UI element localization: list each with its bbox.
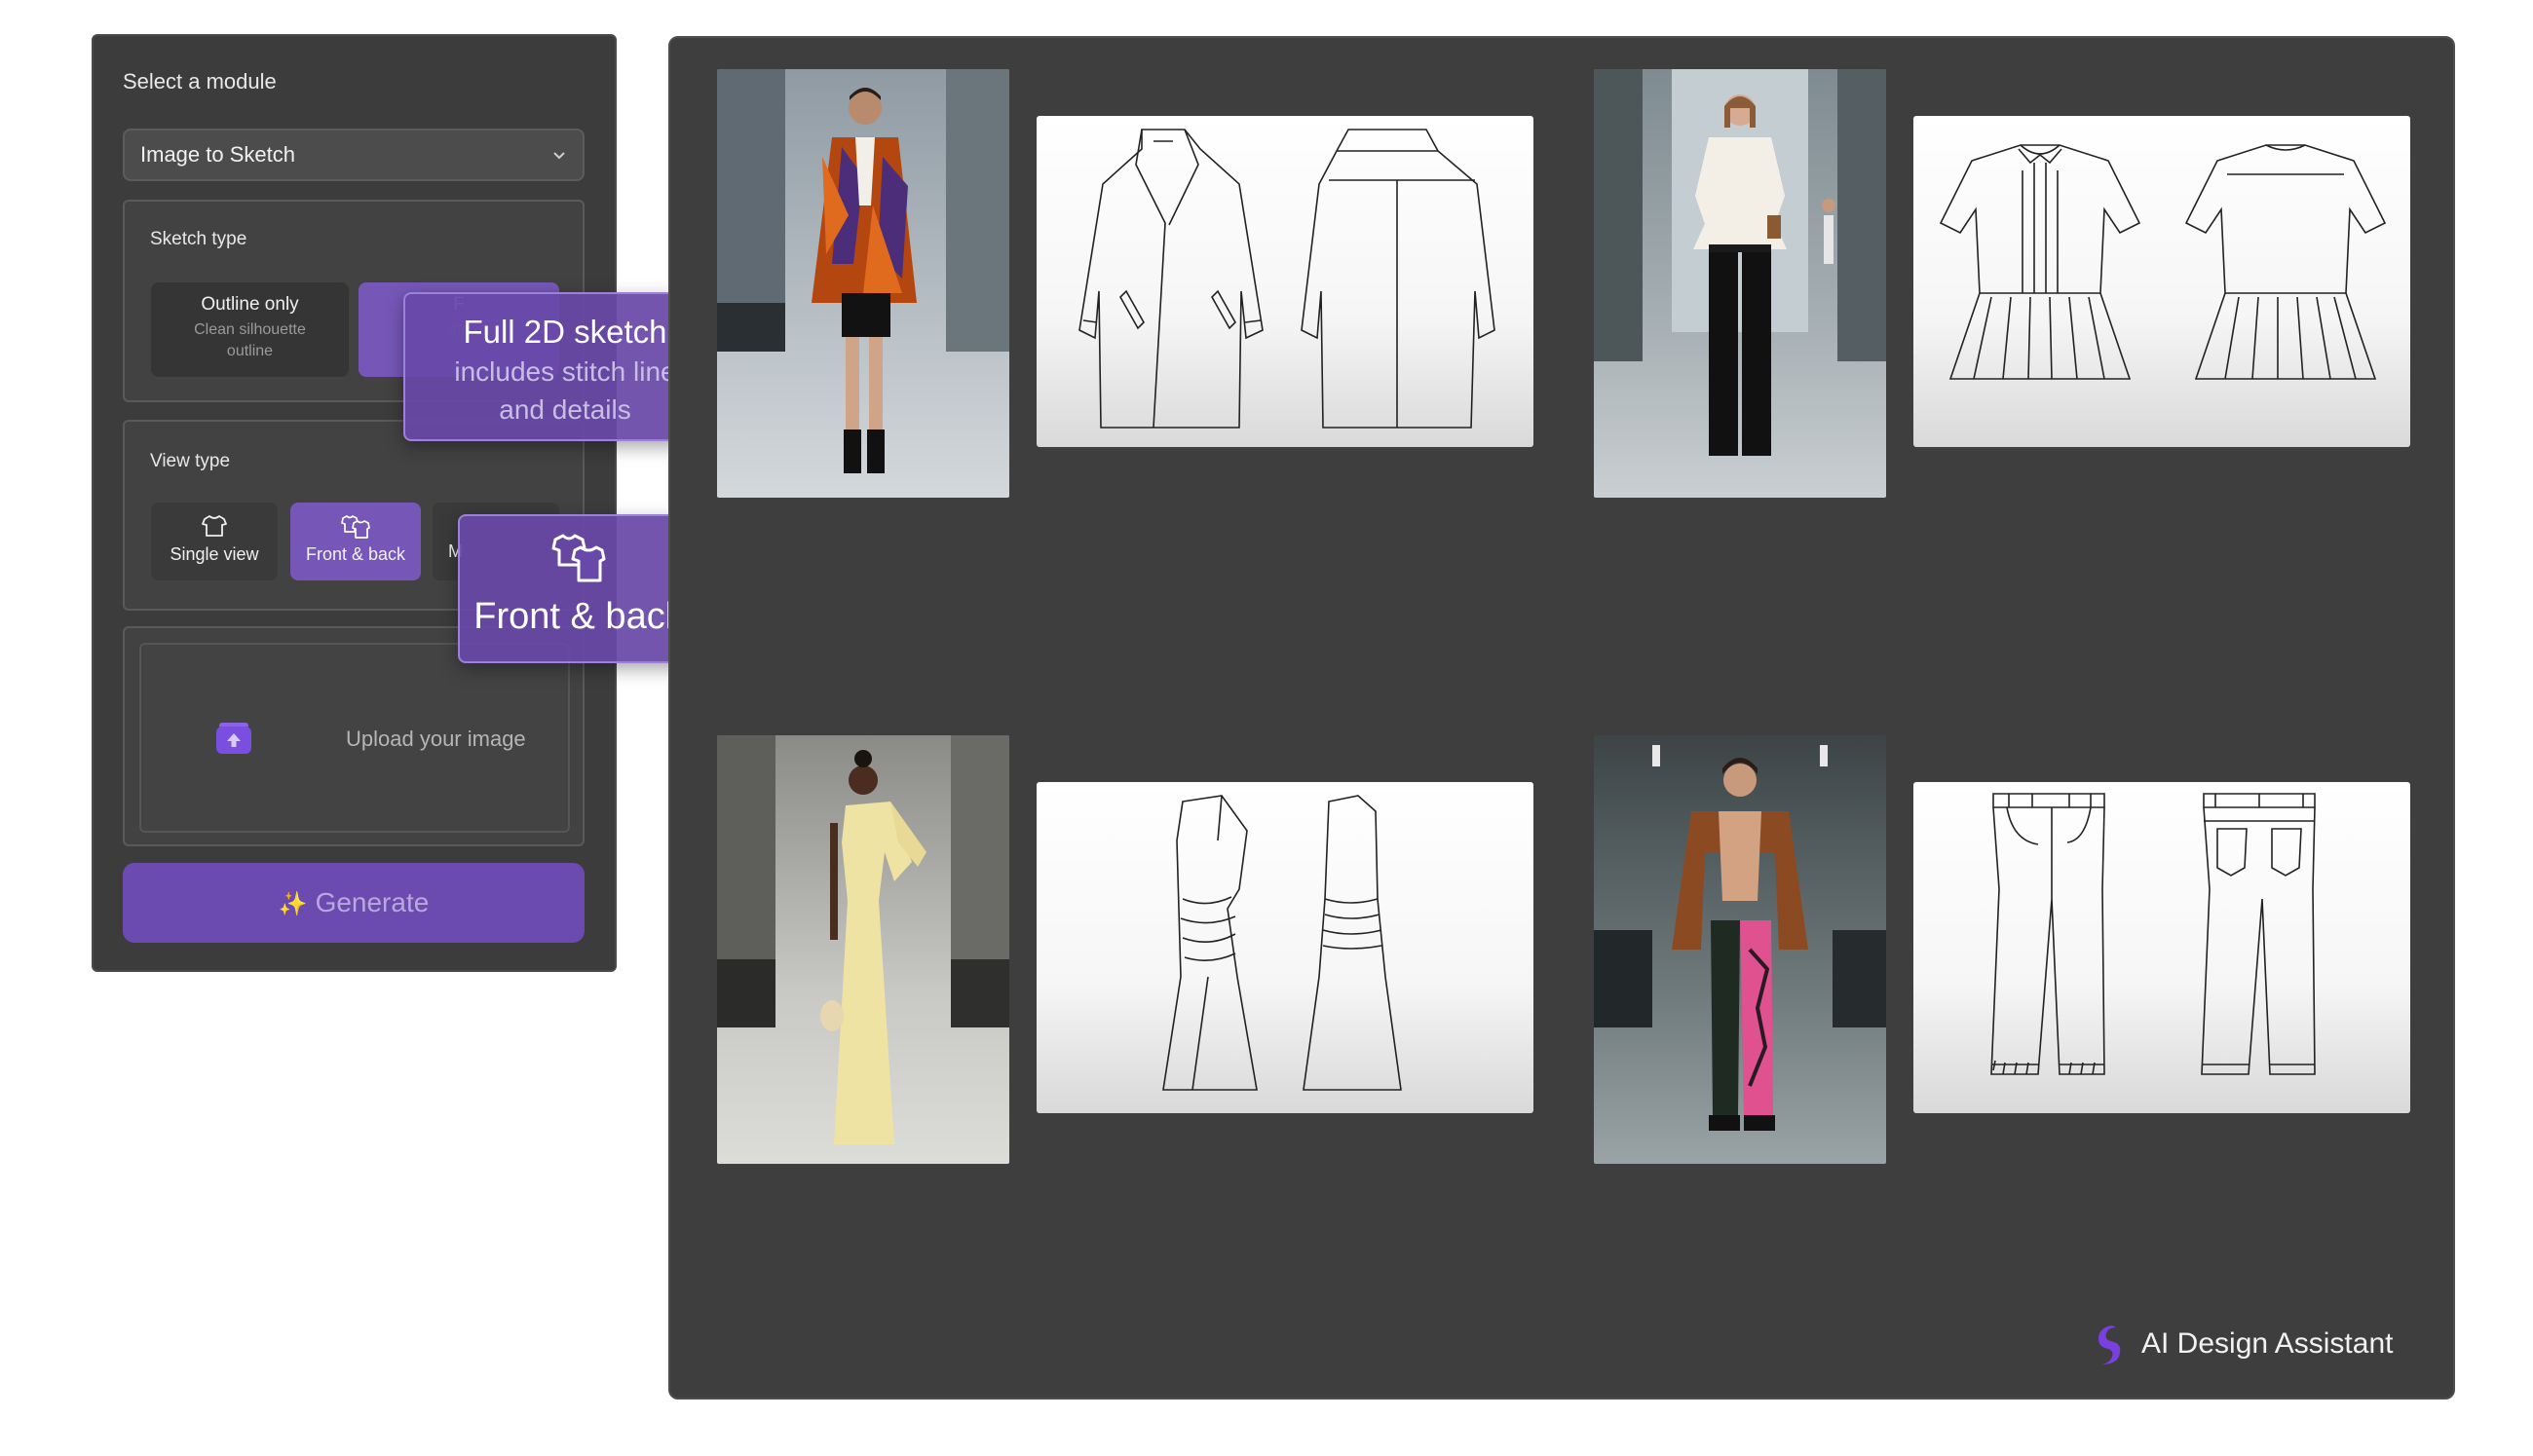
sketch-option-outline-desc-2: outline xyxy=(226,343,274,359)
sketch-trousers[interactable] xyxy=(1913,782,2410,1113)
sketch-gown[interactable] xyxy=(1037,782,1533,1113)
brand-badge: AI Design Assistant xyxy=(2093,1322,2424,1364)
sketch-option-outline-title: Outline only xyxy=(201,294,299,315)
view-option-front-back-label: Front & back xyxy=(305,544,406,564)
view-option-single-label: Single view xyxy=(170,544,259,564)
sketch-coat[interactable] xyxy=(1037,116,1533,447)
module-select[interactable]: Image to Sketch xyxy=(123,129,585,181)
view-option-front-back[interactable]: Front & back xyxy=(290,503,421,580)
upload-dropzone[interactable]: Upload your image xyxy=(139,643,570,833)
module-panel: Select a module Image to Sketch Sketch t… xyxy=(92,34,617,972)
shirt-icon xyxy=(202,515,227,537)
runway-photo-blouse[interactable] xyxy=(1594,69,1886,498)
module-select-value: Image to Sketch xyxy=(140,142,295,167)
upload-icon xyxy=(216,723,251,754)
runway-photo-coat[interactable] xyxy=(717,69,1009,498)
tooltip-view-title: Front & back xyxy=(473,596,684,637)
upload-label: Upload your image xyxy=(346,727,526,751)
sketch-type-label: Sketch type xyxy=(150,229,247,249)
brand-name: AI Design Assistant xyxy=(2141,1327,2394,1360)
sketch-option-outline-desc: Clean silhouette xyxy=(194,321,306,338)
runway-photo-gown[interactable] xyxy=(717,735,1009,1164)
generate-button[interactable]: ✨ Generate xyxy=(123,863,585,943)
view-option-single[interactable]: Single view xyxy=(151,503,278,580)
sketch-option-outline[interactable]: Outline only Clean silhouette outline xyxy=(151,282,349,377)
generate-label: Generate xyxy=(315,887,430,917)
front-back-shirt-icon xyxy=(551,534,606,582)
chevron-down-icon xyxy=(553,152,565,160)
front-back-shirt-icon xyxy=(341,515,370,539)
view-type-label: View type xyxy=(150,451,231,471)
result-gallery: AI Design Assistant xyxy=(668,36,2455,1400)
sparkle-icon: ✨ xyxy=(278,891,308,917)
brand-logo-icon xyxy=(2098,1325,2121,1364)
runway-photo-trousers[interactable] xyxy=(1594,735,1886,1164)
view-type-tooltip: Front & back xyxy=(458,514,699,663)
panel-title: Select a module xyxy=(123,69,277,93)
sketch-blouse[interactable] xyxy=(1913,116,2410,447)
